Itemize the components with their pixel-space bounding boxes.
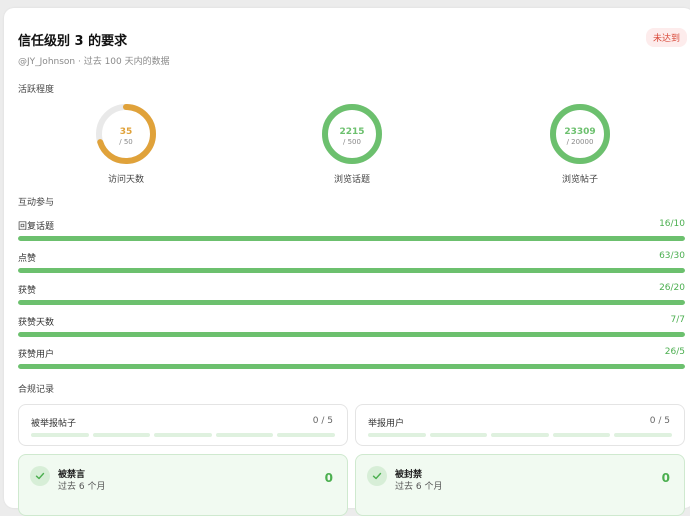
segment xyxy=(552,433,611,437)
gauge-max: / 500 xyxy=(343,138,361,146)
card-label: 举报用户 xyxy=(368,419,405,429)
segment xyxy=(31,433,89,437)
segment xyxy=(614,433,672,437)
progress-value: 7/7 xyxy=(670,315,685,325)
progress-fill xyxy=(18,268,685,273)
gauge-max: / 50 xyxy=(119,138,133,146)
status-subtitle: 过去 6 个月 xyxy=(58,482,106,492)
segment xyxy=(491,433,549,437)
status-badge: 未达到 xyxy=(646,28,688,47)
progress-track xyxy=(18,364,685,369)
gauge-caption: 浏览帖子 xyxy=(561,175,598,185)
silenced-card: 被禁言 过去 6 个月 0 xyxy=(18,454,348,516)
progress-track xyxy=(18,332,685,337)
progress-label: 点赞 xyxy=(18,254,37,264)
status-subtitle: 过去 6 个月 xyxy=(395,482,443,492)
status-value: 0 xyxy=(661,471,670,485)
segment xyxy=(215,433,274,437)
progress-fill xyxy=(18,332,685,337)
progress-label: 获赞 xyxy=(18,286,37,296)
progress-label: 获赞天数 xyxy=(18,318,55,328)
segment xyxy=(277,433,335,437)
gauge-value: 2215 xyxy=(339,127,364,137)
gauge-caption: 访问天数 xyxy=(107,175,144,185)
segment xyxy=(154,433,212,437)
segment xyxy=(92,433,151,437)
gauge-topics-viewed: 2215 / 500 浏览话题 xyxy=(317,103,387,185)
gauge-value: 35 xyxy=(120,127,133,137)
page-subtitle: @JY_Johnson · 过去 100 天内的数据 xyxy=(18,57,170,67)
progress-track xyxy=(18,236,685,241)
progress-value: 26/20 xyxy=(659,283,685,293)
gauge-visit-days: 35 / 50 访问天数 xyxy=(91,103,161,185)
progress-track xyxy=(18,268,685,273)
gauge-ring: 2215 / 500 xyxy=(322,104,382,164)
page-title: 信任级别 3 的要求 xyxy=(18,34,128,49)
progress-value: 26/5 xyxy=(664,347,685,357)
gauge-ring: 35 / 50 xyxy=(96,104,156,164)
section-compliance-label: 合规记录 xyxy=(18,385,55,395)
segment xyxy=(429,433,488,437)
progress-track xyxy=(18,300,685,305)
progress-value: 63/30 xyxy=(659,251,685,261)
gauge-caption: 浏览话题 xyxy=(333,175,370,185)
check-icon xyxy=(30,466,50,486)
gauge-max: / 20000 xyxy=(567,138,594,146)
progress-value: 16/10 xyxy=(659,219,685,229)
progress-fill xyxy=(18,236,685,241)
reported-users-card: 举报用户 0 / 5 xyxy=(355,404,685,446)
progress-fill xyxy=(18,364,685,369)
card-value: 0 / 5 xyxy=(649,416,670,426)
gauge-posts-viewed: 23309 / 20000 浏览帖子 xyxy=(545,103,615,185)
gauge-value: 23309 xyxy=(564,127,595,137)
progress-label: 回复话题 xyxy=(18,222,55,232)
segment-bar xyxy=(31,433,335,437)
segment xyxy=(368,433,426,437)
reported-posts-card: 被举报帖子 0 / 5 xyxy=(18,404,348,446)
progress-fill xyxy=(18,300,685,305)
section-interaction-label: 互动参与 xyxy=(18,198,55,208)
suspended-card: 被封禁 过去 6 个月 0 xyxy=(355,454,685,516)
section-activity-label: 活跃程度 xyxy=(18,85,55,95)
card-value: 0 / 5 xyxy=(312,416,333,426)
progress-label: 获赞用户 xyxy=(18,350,55,360)
card-label: 被举报帖子 xyxy=(31,419,77,429)
trust-level-panel: 信任级别 3 的要求 未达到 @JY_Johnson · 过去 100 天内的数… xyxy=(4,8,690,516)
status-value: 0 xyxy=(324,471,333,485)
check-icon xyxy=(367,466,387,486)
segment-bar xyxy=(368,433,672,437)
gauge-ring: 23309 / 20000 xyxy=(550,104,610,164)
